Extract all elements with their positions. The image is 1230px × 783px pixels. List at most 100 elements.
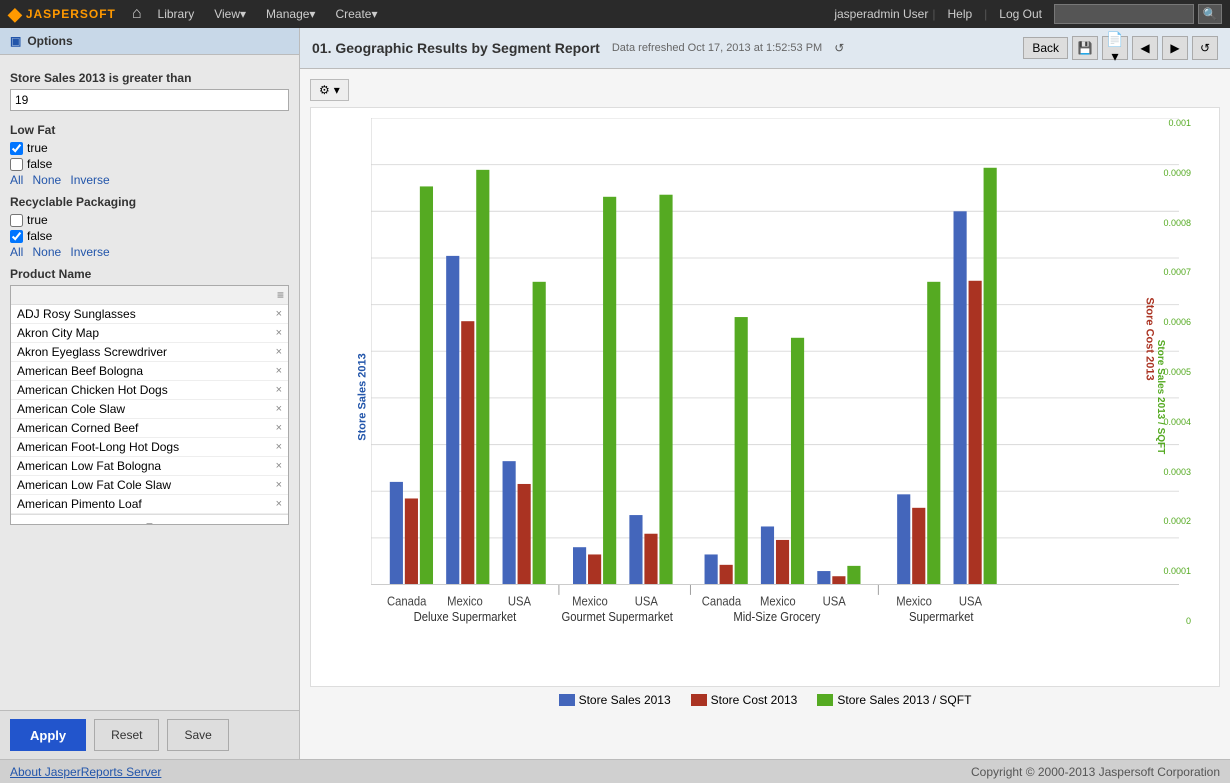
chevron-down-icon: ▾ — [334, 83, 340, 97]
bar-green — [533, 282, 546, 585]
bar-blue — [954, 211, 967, 584]
bar-blue — [573, 547, 586, 584]
library-link[interactable]: Library — [150, 7, 203, 21]
remove-product-icon[interactable]: × — [276, 365, 282, 377]
bar-blue — [897, 494, 910, 584]
list-item[interactable]: American Low Fat Cole Slaw× — [11, 476, 288, 495]
product-name: American Corned Beef — [17, 421, 138, 435]
reset-button[interactable]: Reset — [94, 719, 159, 751]
remove-product-icon[interactable]: × — [276, 308, 282, 320]
remove-product-icon[interactable]: × — [276, 346, 282, 358]
undo-button[interactable]: ↺ — [1192, 36, 1218, 60]
remove-product-icon[interactable]: × — [276, 498, 282, 510]
chart-legend: Store Sales 2013 Store Cost 2013 Store S… — [310, 693, 1220, 707]
bar-green — [791, 338, 804, 585]
svg-text:Mid-Size Grocery: Mid-Size Grocery — [733, 609, 820, 624]
bar-blue — [503, 461, 516, 584]
home-icon[interactable]: ⌂ — [132, 5, 142, 23]
low-fat-true-label: true — [27, 141, 48, 155]
search-input[interactable] — [1054, 4, 1194, 24]
product-search-input[interactable] — [15, 288, 277, 302]
legend-item-cost: Store Cost 2013 — [691, 693, 798, 707]
report-refresh-text: Data refreshed Oct 17, 2013 at 1:52:53 P… — [612, 42, 822, 54]
low-fat-all-none-inverse[interactable]: All None Inverse — [10, 173, 289, 187]
bar-red — [518, 484, 531, 585]
list-item[interactable]: Akron City Map× — [11, 324, 288, 343]
apply-button[interactable]: Apply — [10, 719, 86, 751]
refresh-icon[interactable]: ↺ — [834, 41, 844, 55]
logo-text: JASPERSOFT — [26, 7, 116, 21]
options-toggle-icon[interactable]: ▣ — [10, 34, 21, 48]
recyclable-false-checkbox[interactable] — [10, 230, 23, 243]
product-name: American Cole Slaw — [17, 402, 125, 416]
list-item[interactable]: Akron Eyeglass Screwdriver× — [11, 343, 288, 362]
bar-green — [659, 195, 672, 585]
legend-item-sqft: Store Sales 2013 / SQFT — [817, 693, 971, 707]
bar-red — [405, 498, 418, 584]
bar-blue — [817, 571, 830, 584]
bottom-bar: About JasperReports Server Copyright © 2… — [0, 759, 1230, 783]
export-button[interactable]: 📄▾ — [1102, 36, 1128, 60]
list-item[interactable]: American Foot-Long Hot Dogs× — [11, 438, 288, 457]
report-toolbar: Back 💾 📄▾ ◀ ▶ ↺ — [1023, 36, 1218, 60]
recyclable-true-checkbox[interactable] — [10, 214, 23, 227]
bar-blue — [705, 554, 718, 584]
product-name-label: Product Name — [10, 267, 289, 281]
list-item[interactable]: American Cole Slaw × — [11, 400, 288, 419]
product-list-footer: ≡ — [11, 514, 288, 525]
bar-green — [927, 282, 940, 585]
y-axis-left-label: Store Sales 2013 — [357, 353, 369, 440]
svg-text:USA: USA — [959, 594, 982, 609]
bottom-left-text[interactable]: About JasperReports Server — [10, 765, 161, 779]
bar-green — [603, 197, 616, 585]
product-name: American Beef Bologna — [17, 364, 143, 378]
help-link[interactable]: Help — [939, 7, 980, 21]
low-fat-true-row: true — [10, 141, 289, 155]
product-name: American Chicken Hot Dogs — [17, 383, 168, 397]
bar-red — [969, 281, 982, 585]
gear-icon: ⚙ — [319, 83, 330, 97]
remove-product-icon[interactable]: × — [276, 460, 282, 472]
logo: ◆ JASPERSOFT — [8, 4, 116, 25]
recyclable-false-label: false — [27, 229, 52, 243]
next-button[interactable]: ▶ — [1162, 36, 1188, 60]
remove-product-icon[interactable]: × — [276, 327, 282, 339]
low-fat-false-row: false — [10, 157, 289, 171]
svg-text:Gourmet Supermarket: Gourmet Supermarket — [561, 609, 673, 624]
options-panel: ▣ Options Store Sales 2013 is greater th… — [0, 28, 300, 759]
list-item[interactable]: ADJ Rosy Sunglasses× — [11, 305, 288, 324]
right-panel: 01. Geographic Results by Segment Report… — [300, 28, 1230, 759]
prev-button[interactable]: ◀ — [1132, 36, 1158, 60]
bar-green — [735, 317, 748, 584]
save-report-button[interactable]: 💾 — [1072, 36, 1098, 60]
list-item[interactable]: American Corned Beef × — [11, 419, 288, 438]
list-item[interactable]: American Beef Bologna × — [11, 362, 288, 381]
remove-product-icon[interactable]: × — [276, 479, 282, 491]
manage-link[interactable]: Manage▾ — [258, 7, 323, 21]
chart-area: 0 100 200 300 400 500 600 700 800 900 1,… — [310, 107, 1220, 687]
product-list-icon: ≡ — [277, 288, 284, 302]
remove-product-icon[interactable]: × — [276, 441, 282, 453]
list-item[interactable]: American Pimento Loaf× — [11, 495, 288, 514]
chart-settings-button[interactable]: ⚙ ▾ — [310, 79, 349, 101]
remove-product-icon[interactable]: × — [276, 422, 282, 434]
create-link[interactable]: Create▾ — [327, 7, 385, 21]
remove-product-icon[interactable]: × — [276, 403, 282, 415]
logo-icon: ◆ — [8, 4, 22, 25]
svg-text:Supermarket: Supermarket — [909, 609, 974, 624]
view-link[interactable]: View▾ — [206, 7, 254, 21]
store-sales-input[interactable]: 19 — [10, 89, 289, 111]
logout-link[interactable]: Log Out — [991, 7, 1050, 21]
low-fat-label: Low Fat — [10, 123, 289, 137]
options-buttons: Apply Reset Save — [0, 710, 299, 759]
low-fat-true-checkbox[interactable] — [10, 142, 23, 155]
list-item[interactable]: American Low Fat Bologna× — [11, 457, 288, 476]
remove-product-icon[interactable]: × — [276, 384, 282, 396]
recyclable-all-none-inverse[interactable]: All None Inverse — [10, 245, 289, 259]
low-fat-false-checkbox[interactable] — [10, 158, 23, 171]
recyclable-true-row: true — [10, 213, 289, 227]
list-item[interactable]: American Chicken Hot Dogs × — [11, 381, 288, 400]
search-button[interactable]: 🔍 — [1198, 4, 1222, 24]
save-button[interactable]: Save — [167, 719, 228, 751]
back-button[interactable]: Back — [1023, 37, 1068, 59]
